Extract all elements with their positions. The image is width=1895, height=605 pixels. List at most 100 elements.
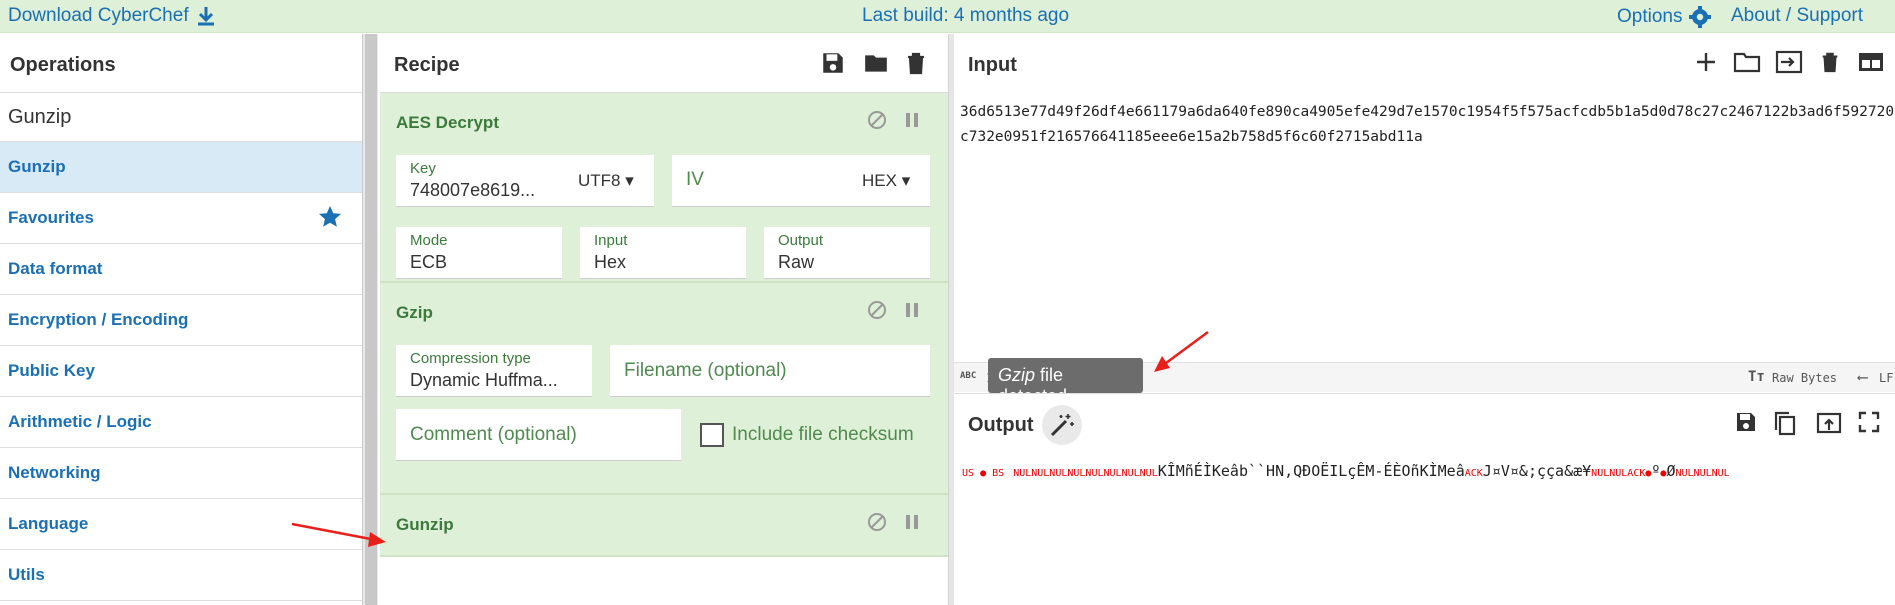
encoding-selector[interactable]: Raw Bytes <box>1772 371 1837 385</box>
top-banner: Download CyberChef Last build: 4 months … <box>0 0 1895 33</box>
output-format-label: Output <box>778 232 824 249</box>
magic-wand-button[interactable] <box>1042 405 1082 445</box>
output-textarea[interactable]: US ● BS NULNULNULNULNULNULNULNULKÎMñÉÌKe… <box>962 462 1895 480</box>
key-value: 748007e8619... <box>410 180 536 200</box>
disable-icon[interactable] <box>866 109 888 131</box>
iv-format-dropdown[interactable]: HEX ▾ <box>862 171 910 191</box>
category-label: Utils <box>8 565 45 584</box>
key-field[interactable]: Key 748007e8619... UTF8 ▾ <box>396 155 654 207</box>
compression-type-dropdown[interactable]: Compression type Dynamic Huffma... <box>396 345 592 397</box>
output-header: Output <box>954 394 1895 453</box>
compression-type-value: Dynamic Huffma... <box>410 370 558 390</box>
download-icon <box>197 7 214 26</box>
annotation-arrow <box>1154 330 1209 372</box>
control-char: ACK <box>1464 468 1483 479</box>
op-item-gunzip[interactable]: Gunzip <box>0 142 362 193</box>
open-folder-icon[interactable] <box>1733 50 1761 74</box>
save-icon[interactable] <box>1734 410 1758 434</box>
pause-icon[interactable] <box>902 109 922 131</box>
category-utils[interactable]: Utils <box>0 550 362 601</box>
control-char: NULNULNULNULNULNULNULNUL <box>1013 468 1158 479</box>
include-checksum-checkbox[interactable]: Include file checksum <box>700 423 914 447</box>
text-type-icon: Tт <box>1748 369 1765 385</box>
disable-icon[interactable] <box>866 511 888 533</box>
category-encryption-encoding[interactable]: Encryption / Encoding <box>0 295 362 346</box>
open-file-icon[interactable] <box>1775 50 1803 74</box>
gear-icon <box>1689 6 1712 28</box>
op-title-aes-decrypt: AES Decrypt <box>396 113 499 132</box>
options-label: Options <box>1617 6 1683 27</box>
input-panel: Input <box>954 34 1895 362</box>
magic-wand-icon <box>1050 414 1074 437</box>
category-favourites[interactable]: Favourites <box>0 193 362 244</box>
op-item-label: Gunzip <box>8 157 66 176</box>
last-build-label: Last build: 4 months ago <box>862 5 1070 26</box>
filename-input[interactable]: Filename (optional) <box>610 345 930 397</box>
input-format-label: Input <box>594 232 628 249</box>
iv-format-value: HEX <box>862 171 897 190</box>
op-title-gunzip: Gunzip <box>396 515 454 534</box>
trash-icon[interactable] <box>1819 50 1841 74</box>
disable-icon[interactable] <box>866 299 888 321</box>
gzip-detected-tooltip: Gzip file detected <box>988 358 1143 406</box>
star-icon <box>319 206 341 227</box>
operations-title: Operations <box>0 34 362 93</box>
trash-icon[interactable] <box>904 50 928 76</box>
fullscreen-icon[interactable] <box>1857 410 1881 434</box>
download-label: Download CyberChef <box>8 5 189 26</box>
mode-dropdown[interactable]: Mode ECB <box>396 227 562 279</box>
category-label: Favourites <box>8 208 94 227</box>
add-icon[interactable] <box>1694 50 1718 74</box>
recipe-panel: Recipe AES Decrypt Key 748007e8619... UT… <box>380 34 948 605</box>
operations-search-input[interactable]: Gunzip <box>0 93 362 142</box>
pause-icon[interactable] <box>902 299 922 321</box>
input-format-value: Hex <box>594 252 627 272</box>
filename-placeholder: Filename (optional) <box>624 360 787 381</box>
key-format-dropdown[interactable]: UTF8 ▾ <box>578 171 634 191</box>
iv-placeholder: IV <box>686 169 704 190</box>
output-panel: Output <box>954 393 1895 605</box>
category-networking[interactable]: Networking <box>0 448 362 499</box>
tooltip-format-name: Gzip <box>998 365 1036 385</box>
op-aes-decrypt: AES Decrypt Key 748007e8619... UTF8 ▾ IV… <box>380 93 948 283</box>
control-char: US <box>962 468 975 479</box>
copy-icon[interactable] <box>1772 410 1798 436</box>
bullet-char: ● <box>974 468 993 479</box>
control-char: NULNULNUL <box>1675 468 1730 479</box>
key-label: Key <box>410 160 436 177</box>
recipe-title: Recipe <box>394 54 460 76</box>
category-label: Encryption / Encoding <box>8 310 189 329</box>
op-gunzip: Gunzip <box>380 495 948 557</box>
comment-input[interactable]: Comment (optional) <box>396 409 681 461</box>
input-header: Input <box>954 34 1895 93</box>
layout-icon[interactable] <box>1858 50 1884 74</box>
category-label: Arithmetic / Logic <box>8 412 152 431</box>
category-label: Data format <box>8 259 103 278</box>
key-format-value: UTF8 <box>578 171 621 190</box>
iv-field[interactable]: IV HEX ▾ <box>672 155 930 207</box>
eol-selector[interactable]: LF <box>1879 371 1893 385</box>
input-format-dropdown[interactable]: Input Hex <box>580 227 746 279</box>
comment-placeholder: Comment (optional) <box>410 424 577 445</box>
folder-icon[interactable] <box>862 50 890 76</box>
input-textarea[interactable]: 36d6513e77d49f26df4e661179a6da640fe890ca… <box>960 100 1895 150</box>
control-char: NULNULACK <box>1591 468 1646 479</box>
category-data-format[interactable]: Data format <box>0 244 362 295</box>
category-arithmetic-logic[interactable]: Arithmetic / Logic <box>0 397 362 448</box>
save-icon[interactable] <box>820 50 846 76</box>
recipe-header: Recipe <box>380 34 948 93</box>
download-link[interactable]: Download CyberChef <box>8 5 215 27</box>
about-support-link[interactable]: About / Support <box>1731 5 1863 27</box>
output-title: Output <box>968 414 1034 436</box>
output-format-dropdown[interactable]: Output Raw <box>764 227 930 279</box>
category-public-key[interactable]: Public Key <box>0 346 362 397</box>
options-link[interactable]: Options <box>1617 5 1712 29</box>
abc-icon: ABC <box>960 371 977 381</box>
eol-icon: ⟵ <box>1858 368 1868 386</box>
pause-icon[interactable] <box>902 511 922 533</box>
mode-label: Mode <box>410 232 448 249</box>
checkbox-box[interactable] <box>700 423 724 447</box>
mode-value: ECB <box>410 252 448 272</box>
compression-type-label: Compression type <box>410 350 531 367</box>
replace-input-icon[interactable] <box>1816 410 1842 436</box>
